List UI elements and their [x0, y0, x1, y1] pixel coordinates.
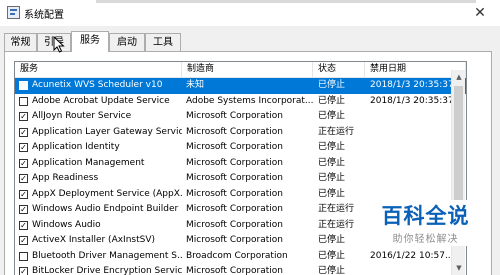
- service-checkbox[interactable]: ✓: [19, 189, 28, 199]
- service-name: Adobe Acrobat Update Service: [32, 95, 170, 106]
- tab-general[interactable]: 常规: [4, 33, 37, 51]
- scroll-thumb[interactable]: [454, 86, 463, 204]
- column-header-service[interactable]: 服务: [15, 62, 182, 77]
- window-title: 系统配置: [24, 10, 64, 21]
- service-checkbox[interactable]: ✓: [19, 127, 28, 137]
- service-manufacturer: Microsoft Corporation: [186, 204, 283, 214]
- service-manufacturer: Microsoft Corporation: [186, 266, 283, 275]
- service-row[interactable]: ✓ Application Management Microsoft Corpora…: [15, 156, 466, 172]
- service-checkbox[interactable]: ✓: [19, 112, 28, 121]
- service-checkbox[interactable]: ✓: [19, 143, 28, 152]
- service-row[interactable]: ✓ Application Layer Gateway Service Micros…: [15, 125, 466, 141]
- watermark: 百科全说 助你轻松解决: [378, 200, 473, 246]
- service-status: 正在运行: [318, 126, 355, 137]
- service-checkbox[interactable]: ✓: [19, 205, 28, 214]
- service-status: 已停止: [318, 188, 346, 199]
- msconfig-app-icon: [7, 6, 20, 19]
- service-row[interactable]: Bluetooth Driver Management S... Broadcom…: [15, 249, 466, 265]
- service-checkbox[interactable]: ✓: [19, 236, 28, 245]
- service-checkbox[interactable]: ✓: [19, 220, 28, 230]
- service-manufacturer: Broadcom Corporation: [186, 250, 288, 261]
- column-header-manufacturer[interactable]: 制造商: [182, 62, 313, 77]
- service-status: 已停止: [318, 95, 346, 106]
- service-status: 已停止: [318, 157, 346, 168]
- service-checkbox[interactable]: ✓: [19, 267, 28, 275]
- service-row[interactable]: Acunetix WVS Scheduler v10 未知 已停止 2018/1/3 …: [15, 78, 466, 94]
- service-name: BitLocker Drive Encryption Service: [32, 266, 182, 275]
- service-status: 已停止: [318, 173, 346, 183]
- service-status: 已停止: [318, 235, 346, 245]
- service-checkbox[interactable]: ✓: [19, 174, 28, 183]
- service-name: ActiveX Installer (AxInstSV): [32, 235, 156, 245]
- scroll-down-icon[interactable]: ▼: [452, 261, 466, 275]
- service-name: AllJoyn Router Service: [32, 111, 132, 121]
- close-button[interactable]: ✕: [460, 0, 500, 26]
- service-manufacturer: Microsoft Corporation: [186, 173, 283, 183]
- service-manufacturer: Microsoft Corporation: [186, 219, 283, 230]
- service-manufacturer: Microsoft Corporation: [186, 157, 283, 168]
- service-manufacturer: Microsoft Corporation: [186, 188, 283, 199]
- service-row[interactable]: ✓ App Readiness Microsoft Corporation 已停止: [15, 171, 466, 187]
- watermark-brand: 百科全说: [381, 204, 470, 228]
- tab-tools[interactable]: 工具: [145, 33, 181, 51]
- service-row[interactable]: ✓ Application Identity Microsoft Corporati…: [15, 140, 466, 156]
- watermark-tagline: 助你轻松解决: [392, 234, 459, 245]
- service-checkbox[interactable]: [19, 81, 28, 90]
- service-name: Windows Audio Endpoint Builder: [32, 204, 179, 214]
- list-header: 服务 制造商 状态 禁用日期: [15, 62, 466, 78]
- service-name: App Readiness: [32, 173, 99, 183]
- title-bar: 系统配置 ✕: [0, 0, 500, 26]
- service-name: Application Identity: [32, 142, 120, 152]
- service-row[interactable]: ✓ BitLocker Drive Encryption Service Micro…: [15, 264, 466, 275]
- scroll-up-icon[interactable]: ▲: [452, 70, 466, 84]
- service-checkbox[interactable]: ✓: [19, 158, 28, 168]
- service-name: Acunetix WVS Scheduler v10: [32, 80, 163, 90]
- service-manufacturer: 未知: [186, 80, 205, 90]
- tab-services[interactable]: 服务: [71, 31, 109, 52]
- service-manufacturer: Adobe Systems Incorporat...: [186, 95, 314, 106]
- service-row[interactable]: ✓ AllJoyn Router Service Microsoft Corpora…: [15, 109, 466, 125]
- service-name: Application Management: [32, 157, 145, 168]
- service-manufacturer: Microsoft Corporation: [186, 126, 283, 137]
- background-window-edge: [96, 0, 476, 3]
- service-name: Bluetooth Driver Management S...: [32, 250, 182, 261]
- service-status: 已停止: [318, 266, 346, 275]
- service-row[interactable]: Adobe Acrobat Update Service Adobe System…: [15, 94, 466, 110]
- service-name: Windows Audio: [32, 219, 101, 230]
- service-checkbox[interactable]: [19, 251, 28, 261]
- mouse-pointer-icon: [53, 36, 65, 53]
- service-name: AppX Deployment Service (AppX...: [32, 188, 182, 199]
- service-status: 已停止: [318, 142, 346, 152]
- column-header-status[interactable]: 状态: [313, 62, 365, 77]
- service-status: 已停止: [318, 250, 346, 261]
- service-status: 已停止: [318, 111, 346, 121]
- service-manufacturer: Microsoft Corporation: [186, 142, 283, 152]
- service-status: 正在运行: [318, 219, 355, 230]
- service-manufacturer: Microsoft Corporation: [186, 111, 283, 121]
- service-name: Application Layer Gateway Service: [32, 126, 182, 137]
- service-status: 正在运行: [318, 204, 355, 214]
- tab-startup[interactable]: 启动: [109, 33, 145, 51]
- service-manufacturer: Microsoft Corporation: [186, 235, 283, 245]
- service-status: 已停止: [318, 80, 346, 90]
- service-checkbox[interactable]: [19, 96, 28, 106]
